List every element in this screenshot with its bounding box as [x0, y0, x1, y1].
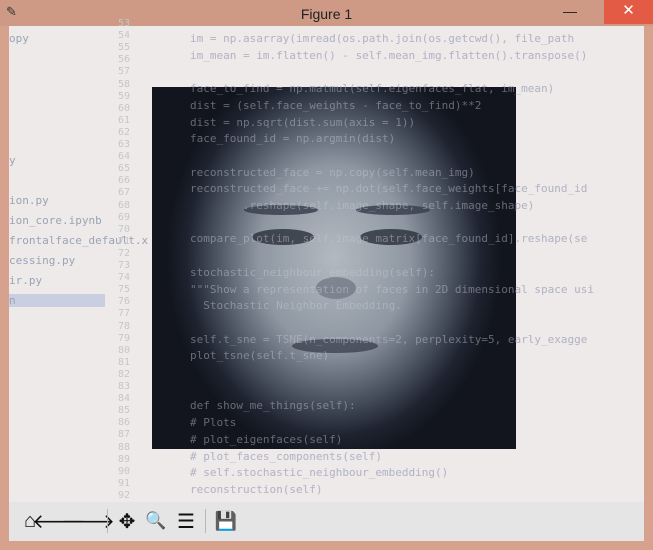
ide-line-number: 87	[118, 429, 131, 441]
ide-sidebar-item: ion.py	[9, 194, 49, 207]
ide-code-line: im_mean = im.flatten() - self.mean_img.f…	[190, 48, 588, 62]
window-border-left	[0, 26, 9, 550]
ide-code-line: # plot_faces_components(self)	[190, 449, 383, 463]
ide-line-number: 90	[118, 465, 131, 477]
ide-line-number: 71	[118, 235, 131, 247]
ide-line-number: 79	[118, 332, 131, 344]
background-ide-sidebar: opy y ion.py ion_core.ipynb frontalface_defa…	[9, 26, 148, 326]
zoom-button[interactable]: 🔍	[143, 508, 169, 534]
ide-code-line: im = np.asarray(imread(os.path.join(os.g…	[190, 32, 575, 45]
ide-sidebar-item: opy	[9, 32, 29, 45]
window-border-bottom	[0, 541, 653, 550]
face-brow-right	[356, 205, 430, 215]
ide-line-number: 54	[118, 30, 131, 42]
ide-line-number: 63	[118, 139, 131, 150]
ide-line-number: 82	[118, 368, 131, 380]
ide-line-number: 62	[118, 126, 131, 138]
ide-line-number: 75	[118, 284, 131, 296]
plot-axes-face-image[interactable]	[152, 87, 516, 449]
ide-line-number: 74	[118, 272, 131, 284]
ide-line-number: 81	[118, 356, 131, 368]
ide-line-number: 60	[118, 102, 131, 114]
ide-line-number: 70	[118, 223, 131, 235]
close-button[interactable]: ✕	[604, 0, 653, 24]
ide-line-number: 76	[118, 296, 131, 308]
ide-line-number: 92	[118, 489, 131, 501]
save-icon: 💾	[214, 510, 238, 531]
title-bar[interactable]: ✎ Figure 1 — ✕	[0, 0, 653, 26]
toolbar-separator	[205, 509, 206, 533]
pan-button[interactable]: ✥	[114, 508, 140, 534]
toolbar-separator	[107, 509, 108, 533]
ide-line-number: 73	[118, 260, 131, 271]
ide-line-number: 80	[118, 344, 131, 356]
ide-line-number: 65	[118, 163, 131, 175]
ide-line-number: 67	[118, 187, 131, 199]
ide-code-line: # self.stochastic_neighbour_embedding()	[190, 466, 449, 480]
ide-line-number: 68	[118, 199, 131, 211]
figure-window: ✎ Figure 1 — ✕ opy y ion.py ion_core.ipynb f…	[0, 0, 653, 550]
ide-line-number: 83	[118, 381, 131, 392]
ide-line-number: 56	[118, 54, 131, 66]
ide-line-number: 64	[118, 151, 131, 163]
ide-line-number: 86	[118, 417, 131, 429]
move-icon: ✥	[118, 510, 136, 533]
ide-sidebar-item: n	[9, 294, 105, 307]
ide-sidebar-item: cessing.py	[9, 254, 76, 267]
navigation-toolbar: ⌂ 🡐 🡒 ✥ 🔍 ☰ 💾	[9, 502, 644, 541]
ide-line-number: 66	[118, 175, 131, 187]
ide-line-number: 89	[118, 453, 131, 465]
forward-button[interactable]: 🡒	[61, 508, 115, 534]
sliders-icon: ☰	[177, 510, 195, 533]
ide-line-number: 57	[118, 66, 131, 78]
ide-sidebar-item: ion_core.ipynb	[9, 214, 102, 227]
face-eye-left	[252, 229, 314, 245]
ide-line-number: 69	[118, 211, 131, 223]
ide-line-number: 59	[118, 90, 131, 102]
face-nose	[316, 277, 356, 299]
zoom-icon: 🔍	[145, 511, 167, 530]
ide-line-number: 72	[118, 247, 131, 259]
ide-line-number: 78	[118, 320, 131, 332]
ide-line-number: 58	[118, 78, 131, 90]
ide-code-line: reconstruction(self)	[190, 482, 323, 496]
ide-sidebar-item: y	[9, 154, 16, 167]
face-mouth	[292, 339, 378, 353]
ide-line-number: 55	[118, 42, 131, 54]
ide-line-number: 85	[118, 405, 131, 417]
window-border-right	[644, 26, 653, 550]
ide-line-number: 91	[118, 477, 131, 489]
save-button[interactable]: 💾	[213, 508, 239, 534]
configure-subplots-button[interactable]: ☰	[173, 508, 199, 534]
ide-line-number: 77	[118, 308, 131, 320]
ide-sidebar-item: ir.py	[9, 274, 43, 287]
ide-line-number: 88	[118, 441, 131, 453]
ide-line-number: 61	[118, 114, 131, 126]
minimize-button[interactable]: —	[550, 0, 590, 24]
face-eye-right	[360, 229, 422, 245]
face-brow-left	[244, 205, 318, 215]
ide-line-number: 84	[118, 393, 131, 405]
ide-line-number: 53	[118, 18, 131, 29]
